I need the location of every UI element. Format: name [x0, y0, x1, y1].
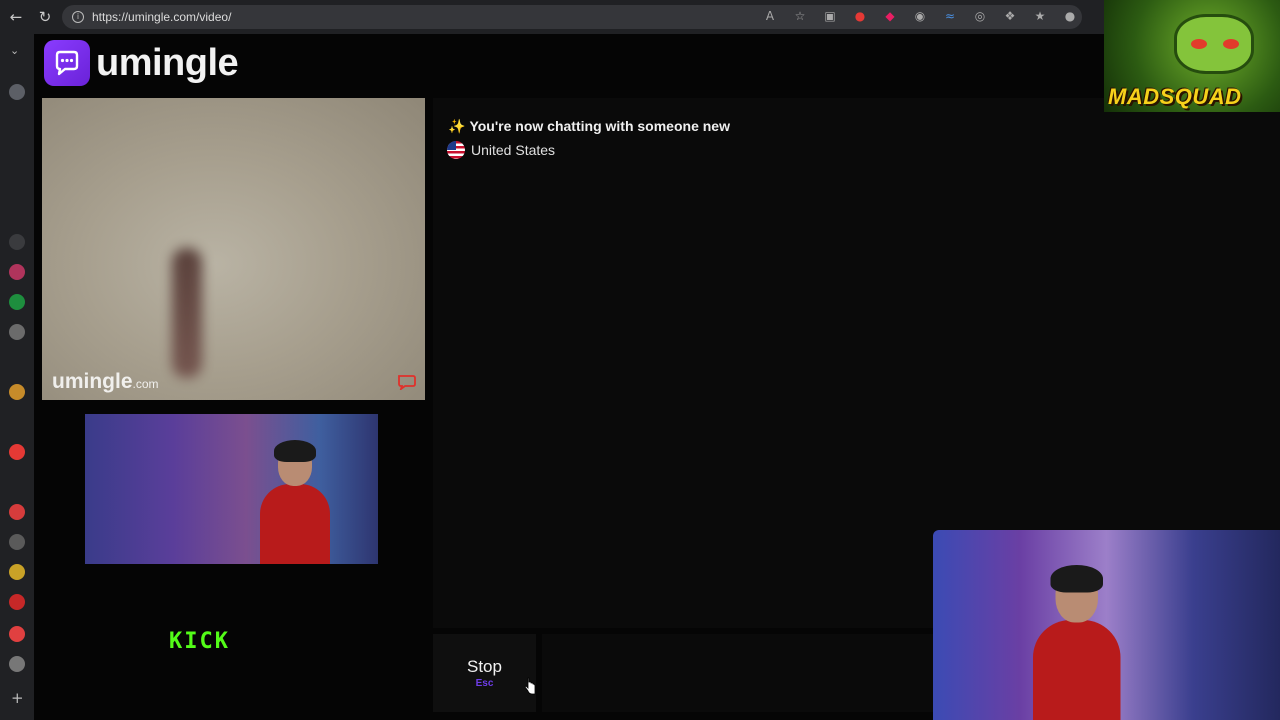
message-input[interactable]: [542, 634, 942, 712]
mouse-pointer-icon: [524, 677, 536, 695]
read-aloud-icon[interactable]: A: [760, 6, 780, 26]
site-info-icon[interactable]: i: [72, 11, 84, 23]
sidebar-app-icon[interactable]: [9, 84, 25, 100]
address-url: https://umingle.com/video/: [92, 10, 232, 24]
sidebar-app-icon[interactable]: [9, 594, 25, 610]
sidebar-app-icon[interactable]: [9, 626, 25, 642]
kick-logo: KICK: [169, 629, 230, 654]
sidebar-app-icon[interactable]: [9, 534, 25, 550]
extensions-puzzle-icon[interactable]: ❖: [1000, 6, 1020, 26]
local-video-feed: [85, 414, 378, 564]
streamer-webcam-overlay: [933, 530, 1280, 720]
extensions-area: A ☆ ▣ ● ◆ ◉ ≈ ◎ ❖ ★ ●: [760, 6, 1080, 26]
reload-button[interactable]: ↻: [31, 3, 59, 31]
streamer-figure: [260, 440, 330, 564]
extension-red-icon[interactable]: ●: [850, 6, 870, 26]
report-flag-icon[interactable]: [397, 374, 417, 390]
stop-shortcut: Esc: [475, 678, 494, 689]
us-flag-icon: [447, 141, 465, 159]
partner-country: United States: [447, 141, 555, 159]
sidebar-app-icon[interactable]: [9, 656, 25, 672]
extension-shield-icon[interactable]: ◆: [880, 6, 900, 26]
madsquad-text: MADSQUAD: [1108, 84, 1242, 109]
favorites-icon[interactable]: ★: [1030, 6, 1050, 26]
sidebar-add-icon[interactable]: +: [11, 689, 24, 707]
extension-wave-icon[interactable]: ≈: [940, 6, 960, 26]
sidebar-app-icon[interactable]: [9, 504, 25, 520]
mascot-face: [1174, 14, 1254, 74]
back-button[interactable]: ←: [2, 3, 30, 31]
stop-button[interactable]: Stop Esc: [433, 634, 536, 712]
sidebar-app-icon[interactable]: [9, 564, 25, 580]
bookmark-star-icon[interactable]: ☆: [790, 6, 810, 26]
extension-radio-icon[interactable]: ◉: [910, 6, 930, 26]
browser-sidebar: ⌄ +: [0, 34, 34, 720]
remote-video: umingle.com: [42, 98, 425, 400]
sidebar-app-icon[interactable]: [9, 234, 25, 250]
sidebar-app-icon[interactable]: [9, 294, 25, 310]
chat-bubble-icon: [44, 40, 90, 86]
madsquad-logo: MADSQUAD: [1104, 0, 1280, 112]
extension-globe-icon[interactable]: ◎: [970, 6, 990, 26]
sidebar-app-icon[interactable]: [9, 444, 25, 460]
sidebar-app-icon[interactable]: [9, 324, 25, 340]
stop-label: Stop: [467, 657, 502, 676]
video-watermark: umingle.com: [52, 370, 159, 393]
sidebar-collapse-icon[interactable]: ⌄: [10, 44, 19, 57]
profile-avatar-icon[interactable]: ●: [1060, 6, 1080, 26]
sparkle-icon: ✨: [448, 119, 466, 135]
site-logo[interactable]: umingle: [44, 40, 239, 86]
sidebar-app-icon[interactable]: [9, 384, 25, 400]
browser-toolbar: ← ↻ i https://umingle.com/video/ A ☆ ▣ ●…: [0, 0, 1280, 34]
streamer-figure: [1033, 565, 1121, 720]
extension-icon[interactable]: ▣: [820, 6, 840, 26]
logo-text: umingle: [96, 41, 239, 84]
system-message: ✨ You're now chatting with someone new: [448, 118, 730, 135]
sidebar-app-icon[interactable]: [9, 264, 25, 280]
